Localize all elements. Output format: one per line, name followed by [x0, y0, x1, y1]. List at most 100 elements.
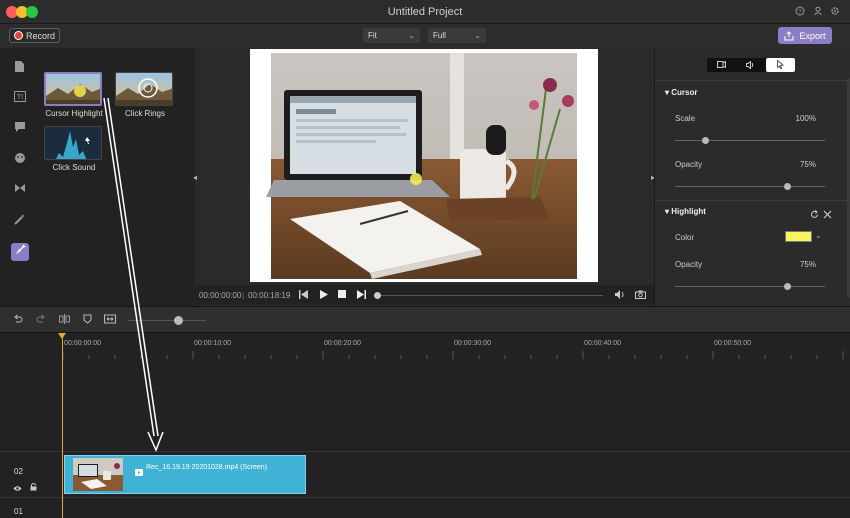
scale-label: Scale [675, 114, 696, 123]
settings-icon[interactable] [829, 6, 841, 18]
playhead[interactable] [62, 333, 63, 518]
cursor-section-title: Cursor [671, 88, 698, 97]
chevron-down-icon[interactable]: ⌄ [815, 231, 822, 240]
track-separator [0, 451, 850, 452]
cursor-effects-icon[interactable] [11, 243, 29, 261]
eye-icon[interactable] [13, 479, 22, 497]
zoom-slider[interactable] [128, 316, 206, 325]
cursor-opacity-value: 75% [799, 160, 816, 169]
highlight-section-title: Highlight [671, 207, 706, 216]
preview-image [266, 53, 577, 279]
preview-panel: ◂ ▸ 00:00:00:00 | 00:00:18:19 [193, 48, 655, 306]
marker-icon[interactable] [81, 314, 93, 326]
video-icon[interactable] [707, 58, 736, 72]
effect-thumbnail [44, 72, 102, 106]
fit-timeline-icon[interactable] [104, 314, 116, 326]
track-number: 01 [14, 507, 23, 516]
effects-library: Cursor Highlight Click Rings Click Sound [38, 48, 195, 306]
transition-icon[interactable] [12, 183, 27, 198]
current-time: 00:00:00:00 [199, 291, 242, 300]
audio-icon[interactable] [736, 58, 765, 72]
text-icon[interactable]: TI [12, 91, 27, 106]
media-icon[interactable] [12, 60, 27, 75]
remove-icon[interactable] [823, 206, 832, 224]
scale-slider[interactable] [675, 137, 825, 144]
highlight-opacity-slider-handle[interactable] [784, 283, 791, 290]
svg-text:TI: TI [16, 94, 22, 101]
fit-select[interactable]: Fit ⌄ [363, 28, 420, 43]
collapse-icon: ▾ [665, 88, 670, 97]
stop-icon[interactable] [338, 290, 346, 300]
clip-label: Rec_16.19.19 20201028.mp4 (Screen) [146, 464, 268, 471]
chevron-down-icon: ⌄ [474, 31, 481, 40]
playhead-handle[interactable] [58, 333, 66, 339]
video-clip-icon [135, 463, 143, 481]
seek-handle[interactable] [374, 292, 381, 299]
zoom-slider-handle[interactable] [174, 316, 183, 325]
effect-thumbnail [44, 126, 102, 160]
ruler-ticks [62, 351, 844, 359]
lock-icon[interactable] [30, 478, 37, 496]
export-icon [784, 30, 794, 40]
timeline-toolbar [0, 306, 850, 333]
next-frame-icon[interactable] [357, 290, 366, 301]
effect-click-sound[interactable]: Click Sound [44, 126, 104, 172]
scale-slider-handle[interactable] [701, 137, 709, 144]
effects-icon[interactable] [12, 213, 27, 228]
split-icon[interactable] [58, 314, 70, 326]
title-bar: Untitled Project ? [0, 0, 850, 24]
preview-canvas[interactable] [250, 49, 598, 282]
sticker-icon[interactable] [12, 152, 27, 167]
highlight-opacity-label: Opacity [675, 260, 703, 269]
timeline: 00:00:00:00 00:00:10:00 00:00:20:00 00:0… [0, 333, 850, 518]
effect-label: Click Sound [52, 163, 96, 172]
cursor-opacity-slider-handle[interactable] [784, 183, 791, 190]
export-label: Export [799, 30, 826, 41]
track-separator [0, 497, 850, 498]
timeline-ruler[interactable]: 00:00:00:00 00:00:10:00 00:00:20:00 00:0… [0, 333, 850, 363]
highlight-opacity-slider[interactable] [675, 283, 825, 290]
total-time: 00:00:18:19 [248, 291, 291, 300]
account-icon[interactable] [812, 6, 824, 18]
track-header: 01 [0, 499, 62, 518]
effect-cursor-highlight[interactable]: Cursor Highlight [44, 72, 104, 118]
annotation-icon[interactable] [12, 121, 27, 136]
highlight-section-header[interactable]: ▾ Highlight [665, 207, 706, 216]
snapshot-icon[interactable] [635, 290, 646, 301]
cursor-icon[interactable] [765, 58, 795, 72]
volume-icon[interactable] [615, 290, 625, 301]
clip-thumbnail [73, 458, 123, 491]
divider [655, 80, 850, 81]
cursor-section-header[interactable]: ▾ Cursor [665, 88, 697, 97]
properties-panel: ▾ Cursor Scale 100% Opacity 75% ▾ Highli… [654, 48, 850, 306]
effect-click-rings[interactable]: Click Rings [115, 72, 175, 118]
highlight-color-swatch[interactable] [785, 231, 812, 242]
properties-tabs [707, 58, 795, 72]
record-icon [14, 31, 23, 40]
quality-select[interactable]: Full ⌄ [428, 28, 486, 43]
app-window: Untitled Project ? Record Fit ⌄ Full ⌄ E… [0, 0, 850, 518]
cursor-opacity-slider[interactable] [675, 183, 825, 190]
chevron-down-icon: ⌄ [408, 31, 415, 40]
time-separator: | [242, 291, 245, 300]
play-icon[interactable] [319, 290, 328, 301]
quality-select-value: Full [433, 31, 446, 40]
undo-icon[interactable] [12, 314, 24, 326]
previous-frame-icon[interactable] [299, 290, 308, 301]
effect-thumbnail [115, 72, 173, 106]
fit-select-value: Fit [368, 31, 377, 40]
help-icon[interactable]: ? [794, 6, 806, 18]
effect-label: Click Rings [124, 109, 165, 118]
timeline-clip[interactable]: Rec_16.19.19 20201028.mp4 (Screen) [64, 455, 306, 494]
redo-icon[interactable] [35, 314, 47, 326]
record-button[interactable]: Record [9, 28, 60, 43]
reset-icon[interactable] [810, 206, 819, 224]
scale-value: 100% [795, 114, 816, 123]
export-button[interactable]: Export [778, 27, 832, 44]
highlight-opacity-value: 75% [799, 260, 816, 269]
seek-bar[interactable] [374, 292, 603, 299]
effect-label: Cursor Highlight [45, 109, 103, 118]
collapse-left-icon[interactable]: ◂ [193, 173, 197, 182]
collapse-icon: ▾ [665, 207, 670, 216]
track-header: 02 [0, 455, 62, 495]
